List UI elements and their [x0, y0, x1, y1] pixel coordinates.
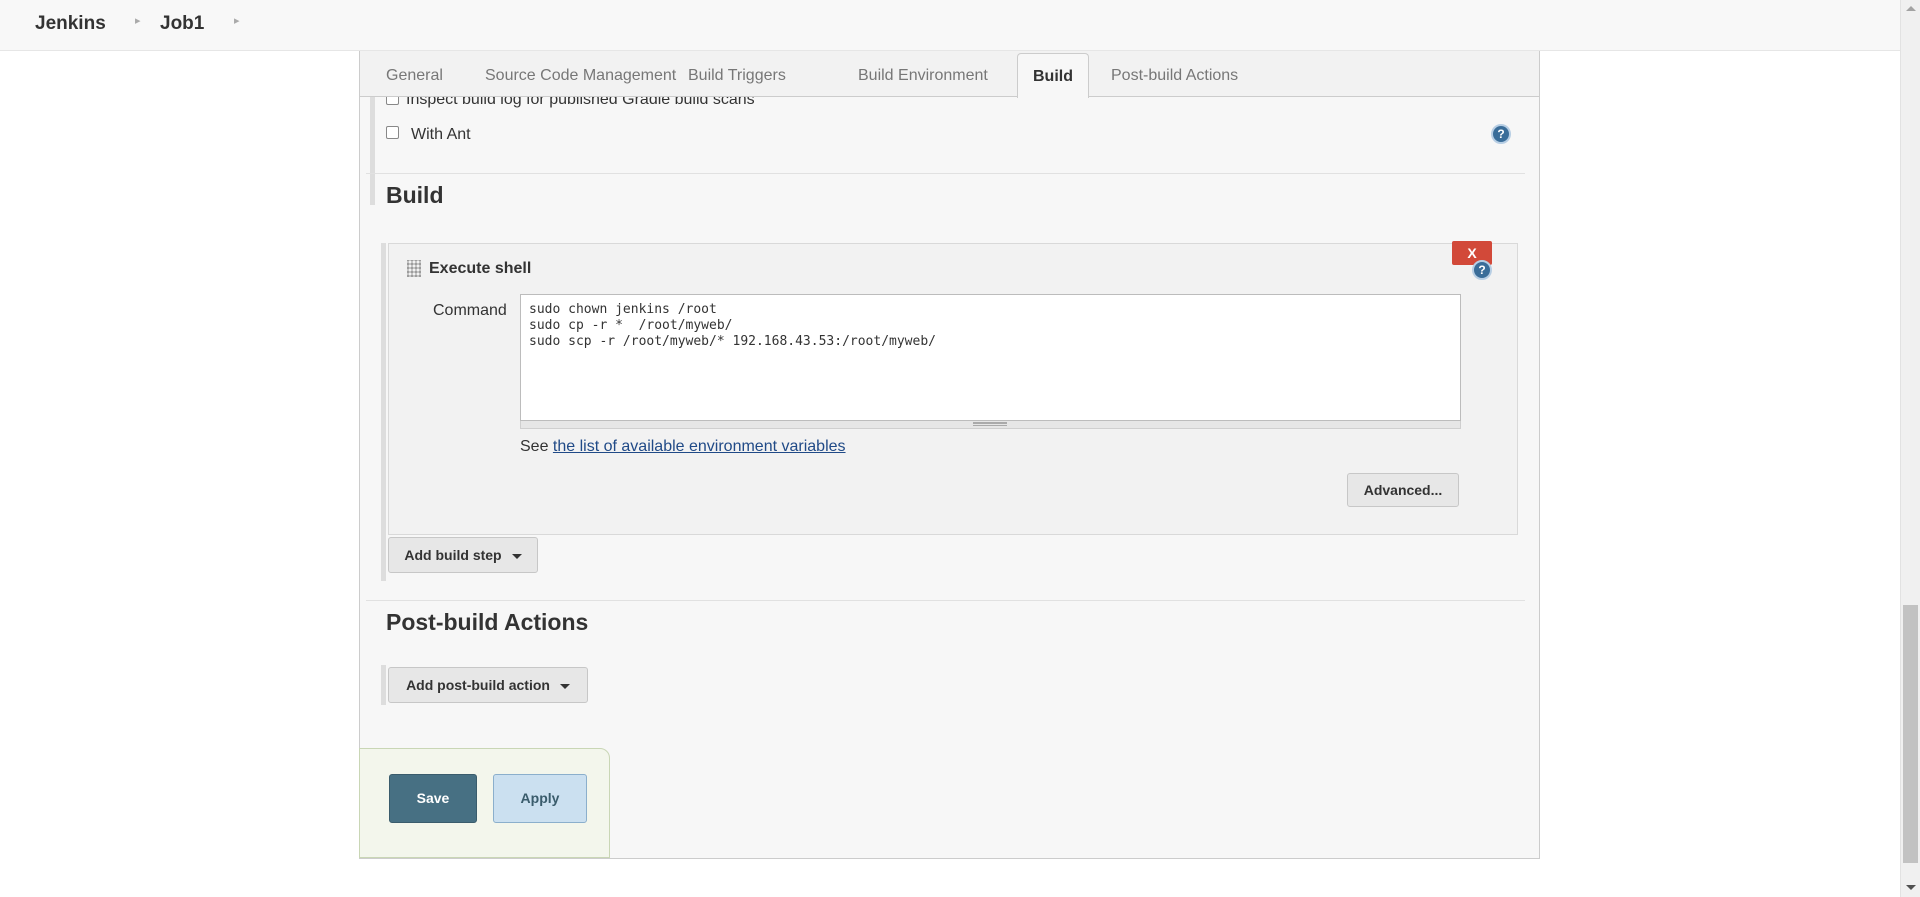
- breadcrumb-bar: Jenkins ▸ Job1 ▸: [0, 0, 1900, 51]
- config-panel: General Source Code Management Build Tri…: [359, 51, 1540, 859]
- section-indent-bar: [370, 97, 375, 205]
- breadcrumb-job1[interactable]: Job1: [160, 13, 204, 35]
- with-ant-checkbox[interactable]: [386, 126, 399, 139]
- help-icon[interactable]: ?: [1472, 260, 1492, 280]
- step-title: Execute shell: [429, 260, 532, 277]
- tab-build-triggers[interactable]: Build Triggers: [688, 67, 786, 85]
- tab-general[interactable]: General: [386, 67, 443, 85]
- resize-grip-icon[interactable]: [973, 422, 1007, 426]
- add-post-build-action-button[interactable]: Add post-build action: [388, 667, 588, 703]
- env-vars-line: See the list of available environment va…: [520, 438, 846, 456]
- add-build-step-label: Add build step: [404, 547, 502, 563]
- build-section-title: Build: [386, 182, 444, 208]
- command-textarea[interactable]: sudo chown jenkins /root sudo cp -r * /r…: [520, 294, 1461, 421]
- add-build-step-button[interactable]: Add build step: [388, 537, 538, 573]
- tab-post-build-actions[interactable]: Post-build Actions: [1111, 67, 1238, 85]
- save-button[interactable]: Save: [389, 774, 477, 823]
- scrollbar-thumb[interactable]: [1903, 605, 1918, 863]
- gradle-scans-checkbox[interactable]: [386, 97, 399, 105]
- with-ant-label: With Ant: [411, 126, 471, 143]
- drag-handle-icon[interactable]: [407, 260, 421, 277]
- gradle-scans-row: Inspect build log for published Gradle b…: [386, 97, 986, 117]
- build-step-indent-bar: [381, 243, 386, 535]
- advanced-button[interactable]: Advanced...: [1347, 473, 1459, 507]
- add-step-indent-bar: [381, 535, 386, 581]
- scroll-down-arrow-icon[interactable]: [1906, 885, 1916, 890]
- page-scrollbar[interactable]: [1900, 0, 1920, 897]
- section-divider: [366, 173, 1525, 174]
- caret-down-icon: [559, 683, 570, 689]
- env-vars-link[interactable]: the list of available environment variab…: [553, 438, 846, 455]
- config-tab-bar: General Source Code Management Build Tri…: [360, 51, 1539, 98]
- gradle-scans-label: Inspect build log for published Gradle b…: [406, 97, 755, 108]
- tab-build[interactable]: Build: [1017, 53, 1089, 98]
- caret-down-icon: [511, 553, 522, 559]
- env-vars-prefix: See: [520, 438, 553, 455]
- post-build-indent-bar: [381, 665, 386, 705]
- chevron-right-icon[interactable]: ▸: [234, 14, 240, 27]
- command-label: Command: [433, 302, 507, 319]
- apply-button[interactable]: Apply: [493, 774, 587, 823]
- save-apply-bar: Save Apply: [359, 748, 610, 858]
- execute-shell-step: X ? Execute shell Command sudo chown jen…: [388, 241, 1518, 535]
- post-build-section-title: Post-build Actions: [386, 609, 589, 635]
- tab-build-environment[interactable]: Build Environment: [858, 67, 988, 85]
- textarea-resize-handle[interactable]: [520, 421, 1461, 429]
- scroll-up-arrow-icon[interactable]: [1906, 6, 1916, 11]
- tab-source-code-management[interactable]: Source Code Management: [485, 67, 676, 85]
- help-icon[interactable]: ?: [1491, 124, 1511, 144]
- chevron-right-icon[interactable]: ▸: [135, 14, 141, 27]
- section-divider: [366, 600, 1525, 601]
- add-post-build-action-label: Add post-build action: [406, 677, 550, 693]
- breadcrumb-jenkins[interactable]: Jenkins: [35, 13, 106, 35]
